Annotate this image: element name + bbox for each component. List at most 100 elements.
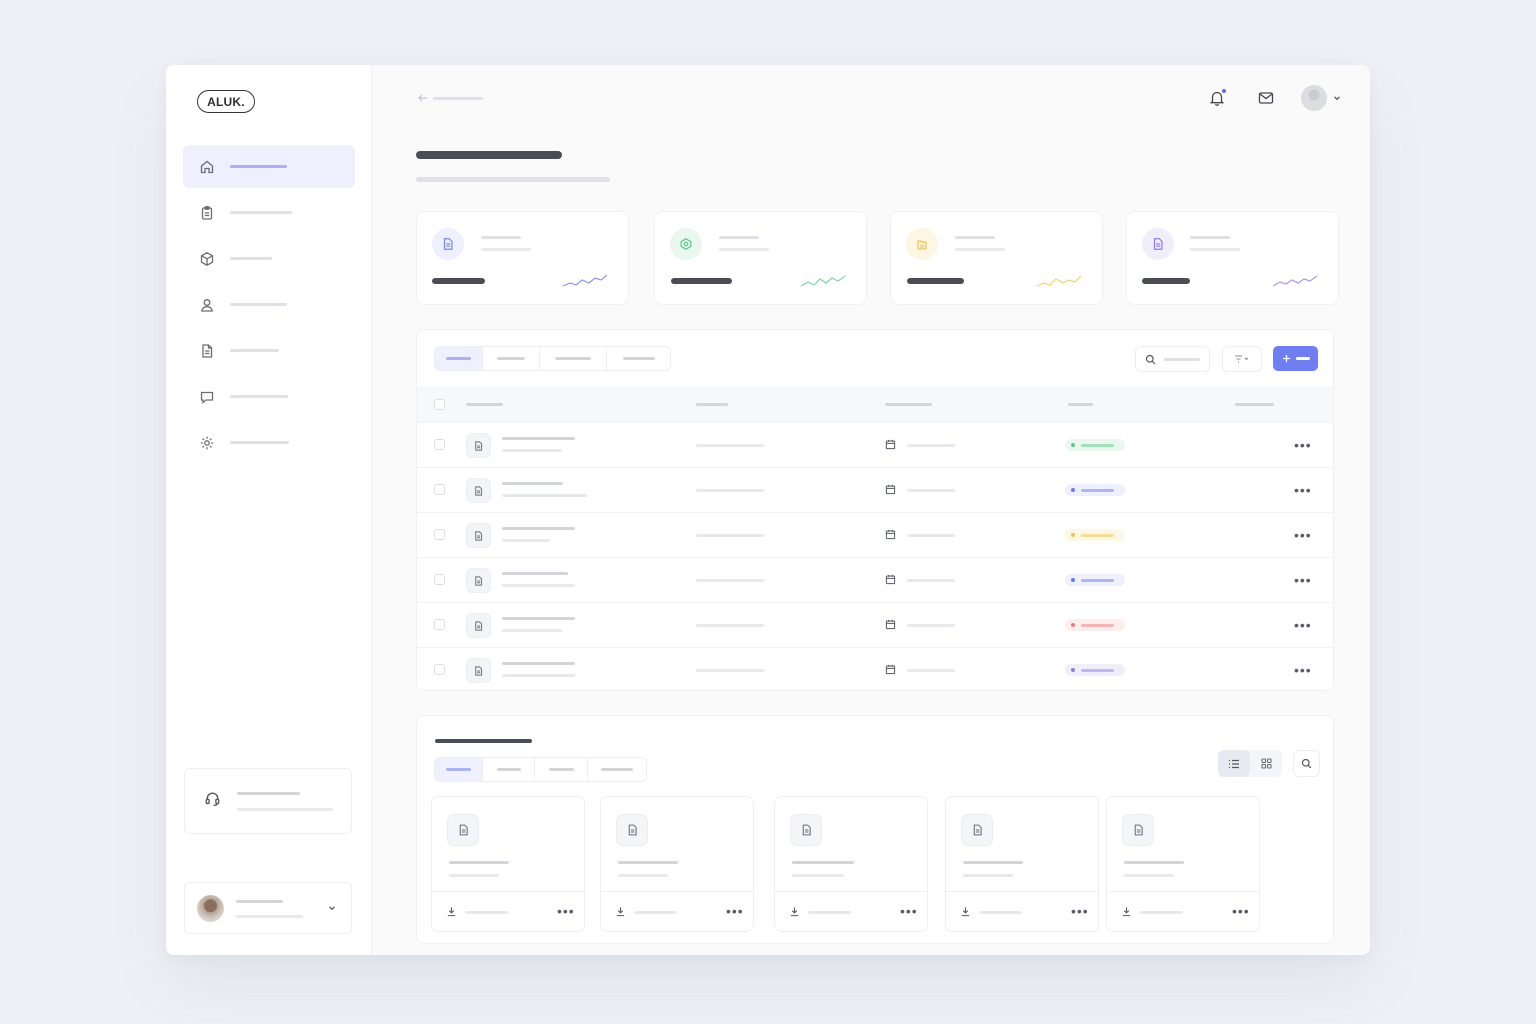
download-icon[interactable]	[446, 906, 457, 917]
more-options-icon[interactable]: •••	[900, 904, 918, 918]
sidebar-item-clipboard[interactable]	[183, 191, 355, 234]
table-row[interactable]: •••	[417, 557, 1333, 602]
tab-3[interactable]	[535, 758, 588, 781]
sidebar-item-user[interactable]	[183, 283, 355, 326]
add-button[interactable]	[1273, 346, 1318, 371]
file-card-footer: •••	[775, 891, 927, 931]
list-view-button[interactable]	[1218, 750, 1250, 777]
folder-icon	[906, 228, 938, 260]
row-checkbox[interactable]	[434, 439, 445, 450]
more-options-icon[interactable]: •••	[1294, 438, 1312, 452]
file-card[interactable]: •••	[774, 796, 928, 932]
filter-button[interactable]	[1222, 346, 1262, 372]
breadcrumb[interactable]	[418, 94, 483, 102]
sidebar-item-settings[interactable]	[183, 421, 355, 464]
document-icon	[466, 613, 491, 638]
file-meta	[618, 874, 668, 877]
row-subtitle	[502, 584, 575, 587]
clipboard-icon	[199, 205, 215, 221]
breadcrumb-label	[433, 96, 483, 100]
table-search[interactable]	[1135, 346, 1210, 372]
row-owner	[696, 669, 764, 672]
row-checkbox[interactable]	[434, 574, 445, 585]
calendar-icon	[885, 619, 896, 630]
mail-icon[interactable]	[1257, 89, 1275, 107]
search-icon	[1145, 354, 1156, 365]
more-options-icon[interactable]: •••	[1294, 483, 1312, 497]
more-options-icon[interactable]: •••	[1232, 904, 1250, 918]
avatar[interactable]	[1301, 85, 1327, 111]
file-card[interactable]: •••	[1106, 796, 1260, 932]
row-checkbox[interactable]	[434, 664, 445, 675]
file-card[interactable]: •••	[431, 796, 585, 932]
tab-4[interactable]	[607, 347, 670, 370]
tab-all[interactable]	[435, 758, 483, 781]
table-row[interactable]: •••	[417, 422, 1333, 467]
row-checkbox[interactable]	[434, 484, 445, 495]
stat-card[interactable]	[416, 211, 629, 305]
sidebar-item-documents[interactable]	[183, 329, 355, 372]
sidebar-item-box[interactable]	[183, 237, 355, 280]
gear-icon	[199, 435, 215, 451]
grid-view-button[interactable]	[1250, 750, 1282, 777]
more-options-icon[interactable]: •••	[1071, 904, 1089, 918]
tab-2[interactable]	[483, 758, 535, 781]
row-checkbox[interactable]	[434, 619, 445, 630]
stat-card[interactable]	[1126, 211, 1339, 305]
table-row[interactable]: •••	[417, 602, 1333, 647]
more-options-icon[interactable]: •••	[726, 904, 744, 918]
row-owner	[696, 489, 764, 492]
table-row[interactable]: •••	[417, 512, 1333, 557]
more-options-icon[interactable]: •••	[557, 904, 575, 918]
row-owner	[696, 534, 764, 537]
document-icon	[616, 814, 648, 846]
file-card[interactable]: •••	[600, 796, 754, 932]
stat-label	[1190, 236, 1230, 239]
tab-2[interactable]	[483, 347, 540, 370]
sidebar-item-home[interactable]	[183, 145, 355, 188]
chat-icon	[199, 389, 215, 405]
stat-card[interactable]	[654, 211, 867, 305]
sidebar-item-chat[interactable]	[183, 375, 355, 418]
user-profile[interactable]	[184, 882, 352, 934]
documents-table-card: ••• ••• ••• ••• ••• •••	[416, 329, 1334, 691]
table-row[interactable]: •••	[417, 647, 1333, 690]
select-all-checkbox[interactable]	[434, 399, 445, 410]
stat-icon-box	[670, 228, 702, 260]
stat-icon-box	[1142, 228, 1174, 260]
download-label	[634, 911, 677, 914]
tab-3[interactable]	[540, 347, 607, 370]
bell-icon[interactable]	[1208, 88, 1227, 107]
download-label	[465, 911, 508, 914]
stat-caption	[481, 248, 531, 251]
support-card[interactable]	[184, 768, 352, 834]
sparkline	[1272, 275, 1318, 287]
support-subtitle	[237, 808, 333, 811]
tab-all[interactable]	[435, 347, 483, 370]
more-options-icon[interactable]: •••	[1294, 663, 1312, 677]
more-options-icon[interactable]: •••	[1294, 528, 1312, 542]
stat-value	[432, 278, 485, 284]
stat-value	[907, 278, 964, 284]
chevron-down-icon[interactable]	[1332, 93, 1342, 103]
file-card-footer: •••	[601, 891, 753, 931]
row-checkbox[interactable]	[434, 529, 445, 540]
chevron-down-icon[interactable]	[327, 903, 337, 913]
row-title	[502, 572, 568, 575]
status-badge	[1065, 439, 1125, 451]
download-icon[interactable]	[789, 906, 800, 917]
files-search-button[interactable]	[1293, 750, 1320, 777]
table-header	[417, 386, 1333, 422]
table-row[interactable]: •••	[417, 467, 1333, 512]
download-icon[interactable]	[960, 906, 971, 917]
tab-4[interactable]	[588, 758, 646, 781]
download-icon[interactable]	[1121, 906, 1132, 917]
download-icon[interactable]	[615, 906, 626, 917]
stat-card[interactable]	[890, 211, 1103, 305]
logo[interactable]: ALUK.	[197, 90, 255, 113]
more-options-icon[interactable]: •••	[1294, 573, 1312, 587]
more-options-icon[interactable]: •••	[1294, 618, 1312, 632]
file-card[interactable]: •••	[945, 796, 1099, 932]
column-header	[885, 403, 932, 406]
column-header	[1235, 403, 1274, 406]
